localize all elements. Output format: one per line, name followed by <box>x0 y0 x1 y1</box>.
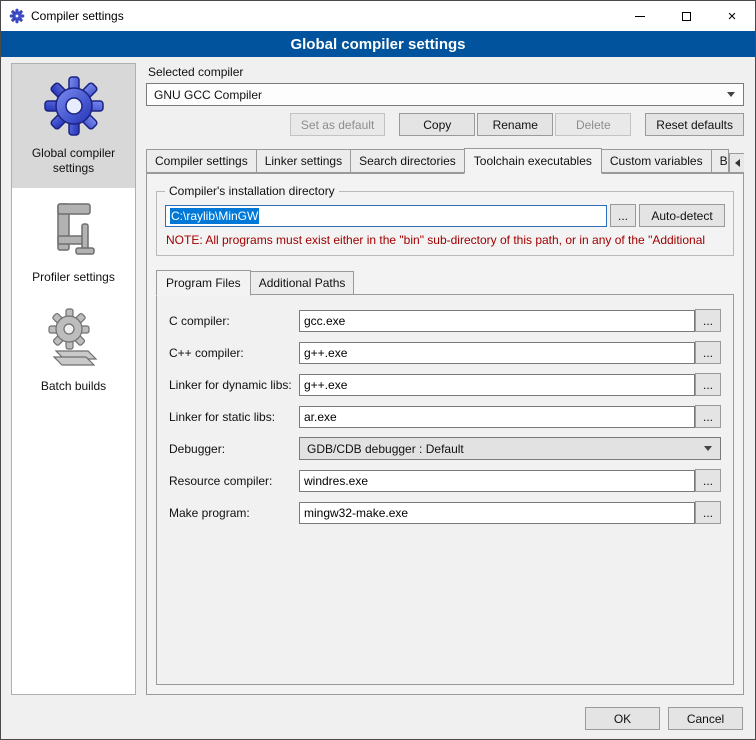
ok-button[interactable]: OK <box>585 707 660 730</box>
set-as-default-button[interactable]: Set as default <box>290 113 385 136</box>
c-compiler-label: C compiler: <box>169 314 299 328</box>
subtab-program-files[interactable]: Program Files <box>156 270 251 296</box>
cancel-button[interactable]: Cancel <box>668 707 743 730</box>
settings-tabstrip: Compiler settings Linker settings Search… <box>146 148 744 173</box>
resource-compiler-label: Resource compiler: <box>169 474 299 488</box>
static-linker-input[interactable] <box>304 406 690 428</box>
sidebar-item-label: Batch builds <box>16 379 131 394</box>
make-program-input-wrap <box>299 502 695 524</box>
window-title: Compiler settings <box>31 9 124 23</box>
resource-compiler-input-wrap <box>299 470 695 492</box>
selected-compiler-value: GNU GCC Compiler <box>154 88 723 102</box>
auto-detect-button[interactable]: Auto-detect <box>639 204 725 227</box>
cpp-compiler-row: C++ compiler: ... <box>169 341 721 364</box>
compiler-settings-dialog: Compiler settings × Global compiler sett… <box>0 0 756 740</box>
profiler-clamp-icon <box>42 198 106 262</box>
sidebar-item-batch-builds[interactable]: Batch builds <box>12 297 135 406</box>
debugger-dropdown[interactable]: GDB/CDB debugger : Default <box>299 437 721 460</box>
debugger-row: Debugger: GDB/CDB debugger : Default <box>169 437 721 460</box>
sidebar-item-profiler-settings[interactable]: Profiler settings <box>12 188 135 297</box>
dynamic-linker-input[interactable] <box>304 374 690 396</box>
close-icon: × <box>728 9 737 24</box>
compiler-actions: Set as default Copy Rename Delete Reset … <box>146 113 744 136</box>
toolchain-executables-page: Compiler's installation directory C:\ray… <box>146 173 744 695</box>
titlebar[interactable]: Compiler settings × <box>1 1 755 31</box>
static-linker-browse-button[interactable]: ... <box>695 405 721 428</box>
rename-button[interactable]: Rename <box>477 113 553 136</box>
bin-subdirectory-note: NOTE: All programs must exist either in … <box>166 233 724 247</box>
reset-defaults-button[interactable]: Reset defaults <box>645 113 744 136</box>
blue-gear-icon <box>42 74 106 138</box>
cpp-compiler-browse-button[interactable]: ... <box>695 341 721 364</box>
make-program-input[interactable] <box>304 502 690 524</box>
selected-compiler-dropdown[interactable]: GNU GCC Compiler <box>146 83 744 106</box>
maximize-icon <box>682 12 691 21</box>
copy-button[interactable]: Copy <box>399 113 475 136</box>
cpp-compiler-input[interactable] <box>304 342 690 364</box>
chevron-left-icon <box>735 159 740 167</box>
make-program-label: Make program: <box>169 506 299 520</box>
install-dir-browse-button[interactable]: ... <box>610 204 636 227</box>
static-linker-input-wrap <box>299 406 695 428</box>
app-gear-icon <box>9 8 25 24</box>
tab-toolchain-executables[interactable]: Toolchain executables <box>464 148 602 174</box>
tab-custom-variables[interactable]: Custom variables <box>601 149 712 173</box>
sidebar-item-label: Profiler settings <box>16 270 131 285</box>
grey-gear-stack-icon <box>42 307 106 371</box>
resource-compiler-input[interactable] <box>304 470 690 492</box>
selected-compiler-label: Selected compiler <box>148 65 744 79</box>
tab-scroll-left-button[interactable] <box>729 153 744 173</box>
debugger-label: Debugger: <box>169 442 299 456</box>
debugger-value: GDB/CDB debugger : Default <box>307 442 700 456</box>
delete-button[interactable]: Delete <box>555 113 631 136</box>
install-dir-selected-text: C:\raylib\MinGW <box>170 208 259 224</box>
dynamic-linker-row: Linker for dynamic libs: ... <box>169 373 721 396</box>
c-compiler-browse-button[interactable]: ... <box>695 309 721 332</box>
static-linker-label: Linker for static libs: <box>169 410 299 424</box>
program-files-page: C compiler: ... C++ compiler: ... <box>156 294 734 685</box>
subtab-additional-paths[interactable]: Additional Paths <box>250 271 355 295</box>
dynamic-linker-input-wrap <box>299 374 695 396</box>
resource-compiler-row: Resource compiler: ... <box>169 469 721 492</box>
toolchain-subtabs: Program Files Additional Paths <box>156 270 734 295</box>
c-compiler-input-wrap <box>299 310 695 332</box>
c-compiler-input[interactable] <box>304 310 690 332</box>
minimize-button[interactable] <box>617 1 663 31</box>
c-compiler-row: C compiler: ... <box>169 309 721 332</box>
dialog-footer: OK Cancel <box>1 703 755 739</box>
install-dir-input[interactable]: C:\raylib\MinGW <box>165 205 607 227</box>
banner-title: Global compiler settings <box>290 36 465 53</box>
sidebar-item-global-compiler-settings[interactable]: Global compiler settings <box>12 64 135 188</box>
sidebar-item-label: Global compiler settings <box>16 146 131 176</box>
chevron-down-icon <box>723 84 739 105</box>
close-button[interactable]: × <box>709 1 755 31</box>
static-linker-row: Linker for static libs: ... <box>169 405 721 428</box>
make-program-row: Make program: ... <box>169 501 721 524</box>
minimize-icon <box>635 16 645 17</box>
cpp-compiler-label: C++ compiler: <box>169 346 299 360</box>
settings-category-list: Global compiler settings Profiler set <box>11 63 136 695</box>
chevron-down-icon <box>700 438 716 459</box>
tab-build-options[interactable]: Build <box>711 149 729 173</box>
cpp-compiler-input-wrap <box>299 342 695 364</box>
tab-linker-settings[interactable]: Linker settings <box>256 149 351 173</box>
dynamic-linker-browse-button[interactable]: ... <box>695 373 721 396</box>
resource-compiler-browse-button[interactable]: ... <box>695 469 721 492</box>
tab-compiler-settings[interactable]: Compiler settings <box>146 149 257 173</box>
make-program-browse-button[interactable]: ... <box>695 501 721 524</box>
installation-directory-group: Compiler's installation directory C:\ray… <box>156 184 734 256</box>
maximize-button[interactable] <box>663 1 709 31</box>
installation-directory-legend: Compiler's installation directory <box>165 184 339 198</box>
dialog-banner: Global compiler settings <box>1 31 755 57</box>
dynamic-linker-label: Linker for dynamic libs: <box>169 378 299 392</box>
tab-search-directories[interactable]: Search directories <box>350 149 465 173</box>
